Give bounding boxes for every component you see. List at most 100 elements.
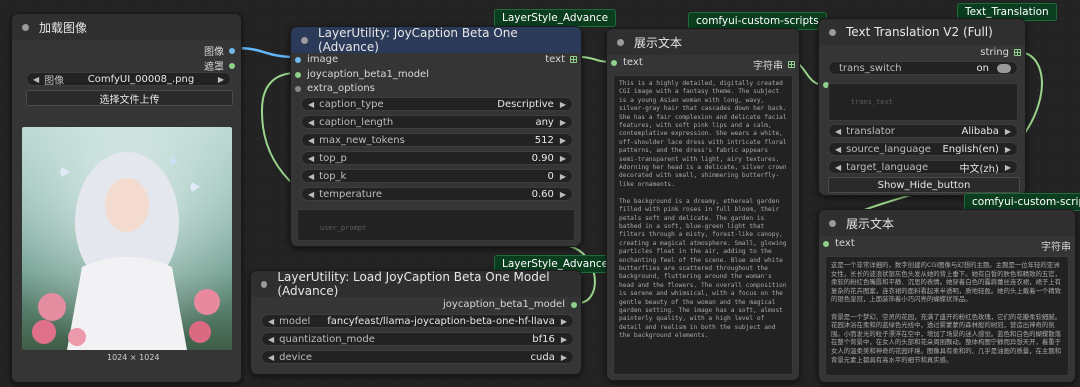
node-title: 加载图像 <box>39 20 88 35</box>
node-header[interactable]: LayerUtility: Load JoyCaption Beta One M… <box>251 270 581 298</box>
target-language-select[interactable]: ◀ target_language 中文(zh) ▶ <box>828 160 1018 175</box>
arrow-right-icon[interactable]: ▶ <box>1005 163 1011 172</box>
output-port-icon[interactable] <box>571 301 577 308</box>
widget-label: caption_length <box>319 116 394 128</box>
widget-label: top_p <box>319 152 347 164</box>
output-port-icon[interactable] <box>570 56 577 63</box>
upload-button[interactable]: 选择文件上传 <box>26 90 233 106</box>
node-header[interactable]: 加载图像 <box>12 14 241 40</box>
output-string-slot[interactable]: 字符串 <box>1041 238 1071 253</box>
arrow-left-icon[interactable]: ◀ <box>308 154 314 163</box>
output-label: 字符串 <box>1041 242 1071 253</box>
node-title: 展示文本 <box>634 35 683 50</box>
trans-text-area[interactable]: trans_text <box>828 83 1018 121</box>
arrow-right-icon[interactable]: ▶ <box>561 317 567 326</box>
node-header[interactable]: 展示文本 <box>607 29 799 55</box>
node-header[interactable]: LayerUtility: JoyCaption Beta One (Advan… <box>291 26 581 54</box>
widget-label: max_new_tokens <box>319 134 405 146</box>
input-port-icon[interactable] <box>823 240 829 247</box>
arrow-right-icon[interactable]: ▶ <box>560 118 566 127</box>
input-model-slot[interactable]: joycaption_beta1_model <box>295 69 429 80</box>
output-port-icon[interactable] <box>788 61 795 68</box>
collapse-dot-icon[interactable] <box>829 219 836 227</box>
show-text-node-2[interactable]: 展示文本 text 字符串 这是一个非常详细的，数字创建的CGI图像与幻想的主题… <box>818 209 1076 383</box>
trans-switch-toggle[interactable]: trans_switch on <box>828 61 1018 75</box>
text-translation-node[interactable]: Text Translation V2 (Full) string trans_… <box>818 18 1026 196</box>
show-hide-button[interactable]: Show_Hide_button <box>828 177 1020 193</box>
arrow-right-icon[interactable]: ▶ <box>560 190 566 199</box>
user-prompt-textarea[interactable]: user_prompt <box>297 209 575 241</box>
output-port-icon[interactable] <box>229 62 235 69</box>
arrow-right-icon[interactable]: ▶ <box>561 335 567 344</box>
max-new-tokens-stepper[interactable]: ◀ max_new_tokens 512 ▶ <box>301 133 573 147</box>
arrow-right-icon[interactable]: ▶ <box>560 172 566 181</box>
collapse-dot-icon[interactable] <box>301 36 308 44</box>
model-select[interactable]: ◀ model fancyfeast/llama-joycaption-beta… <box>261 314 574 328</box>
node-title: LayerUtility: Load JoyCaption Beta One M… <box>277 270 550 298</box>
input-port-icon[interactable] <box>611 59 617 66</box>
input-port-icon[interactable] <box>295 85 301 92</box>
top-k-stepper[interactable]: ◀ top_k 0 ▶ <box>301 169 573 183</box>
input-text-slot[interactable]: text <box>823 238 855 249</box>
collapse-dot-icon[interactable] <box>261 280 268 288</box>
input-text-slot[interactable]: text <box>611 57 643 68</box>
arrow-left-icon[interactable]: ◀ <box>308 172 314 181</box>
arrow-left-icon[interactable]: ◀ <box>308 118 314 127</box>
arrow-right-icon[interactable]: ▶ <box>560 136 566 145</box>
caption-type-select[interactable]: ◀ caption_type Descriptive ▶ <box>301 97 573 111</box>
arrow-right-icon[interactable]: ▶ <box>218 75 224 84</box>
widget-label: trans_switch <box>839 62 902 74</box>
input-port-icon[interactable] <box>295 56 301 63</box>
display-text-area[interactable]: This is a highly detailed, digitally cre… <box>613 75 793 375</box>
widget-label: 图像 <box>44 75 65 87</box>
arrow-left-icon[interactable]: ◀ <box>835 145 841 154</box>
arrow-left-icon[interactable]: ◀ <box>835 163 841 172</box>
display-text-area[interactable]: 这是一个非常详细的，数字创建的CGI图像与幻想的主题。主题是一位年轻的亚洲女性，… <box>825 256 1069 376</box>
input-port-icon[interactable] <box>295 71 301 78</box>
image-file-select[interactable]: ◀ 图像 ComfyUI_00008_.png ▶ <box>26 72 231 87</box>
input-image-slot[interactable]: image <box>295 54 338 65</box>
output-text-slot[interactable]: text <box>545 54 577 65</box>
arrow-left-icon[interactable]: ◀ <box>308 190 314 199</box>
input-extra-slot[interactable]: extra_options <box>295 83 375 94</box>
output-image-slot[interactable]: 图像 <box>204 43 235 58</box>
collapse-dot-icon[interactable] <box>829 28 836 36</box>
node-title: 展示文本 <box>846 216 895 231</box>
node-header[interactable]: 展示文本 <box>819 210 1075 236</box>
node-header[interactable]: Text Translation V2 (Full) <box>819 19 1025 45</box>
joycaption-node[interactable]: LayerUtility: JoyCaption Beta One (Advan… <box>290 26 582 247</box>
arrow-left-icon[interactable]: ◀ <box>33 75 39 84</box>
arrow-left-icon[interactable]: ◀ <box>268 335 274 344</box>
temperature-stepper[interactable]: ◀ temperature 0.60 ▶ <box>301 187 573 201</box>
output-mask-slot[interactable]: 遮罩 <box>204 58 235 73</box>
quantization-mode-select[interactable]: ◀ quantization_mode bf16 ▶ <box>261 332 574 346</box>
collapse-dot-icon[interactable] <box>22 23 29 31</box>
arrow-left-icon[interactable]: ◀ <box>835 127 841 136</box>
output-port-icon[interactable] <box>1014 49 1021 56</box>
toggle-knob-icon[interactable] <box>997 64 1011 73</box>
arrow-right-icon[interactable]: ▶ <box>1005 145 1011 154</box>
translator-select[interactable]: ◀ translator Alibaba ▶ <box>828 124 1018 138</box>
output-string-slot[interactable]: 字符串 <box>753 57 795 72</box>
arrow-left-icon[interactable]: ◀ <box>308 136 314 145</box>
output-port-icon[interactable] <box>229 47 235 54</box>
collapse-dot-icon[interactable] <box>617 38 624 46</box>
output-model-slot[interactable]: joycaption_beta1_model <box>443 299 577 310</box>
arrow-left-icon[interactable]: ◀ <box>268 317 274 326</box>
arrow-right-icon[interactable]: ▶ <box>560 154 566 163</box>
output-string-slot[interactable]: string <box>980 47 1021 58</box>
device-select[interactable]: ◀ device cuda ▶ <box>261 350 574 364</box>
arrow-right-icon[interactable]: ▶ <box>560 100 566 109</box>
arrow-left-icon[interactable]: ◀ <box>308 100 314 109</box>
source-language-select[interactable]: ◀ source_language English(en) ▶ <box>828 142 1018 156</box>
show-text-node-1[interactable]: 展示文本 text 字符串 This is a highly detailed,… <box>606 28 800 381</box>
caption-length-select[interactable]: ◀ caption_length any ▶ <box>301 115 573 129</box>
top-p-stepper[interactable]: ◀ top_p 0.90 ▶ <box>301 151 573 165</box>
arrow-left-icon[interactable]: ◀ <box>268 353 274 362</box>
widget-label: model <box>279 315 311 327</box>
load-model-node[interactable]: LayerUtility: Load JoyCaption Beta One M… <box>250 270 582 375</box>
load-image-node[interactable]: 加载图像 图像 遮罩 ◀ 图像 ComfyUI_00008_.png ▶ 选择文… <box>11 13 242 383</box>
node-title: Text Translation V2 (Full) <box>846 25 993 39</box>
arrow-right-icon[interactable]: ▶ <box>1005 127 1011 136</box>
arrow-right-icon[interactable]: ▶ <box>561 353 567 362</box>
